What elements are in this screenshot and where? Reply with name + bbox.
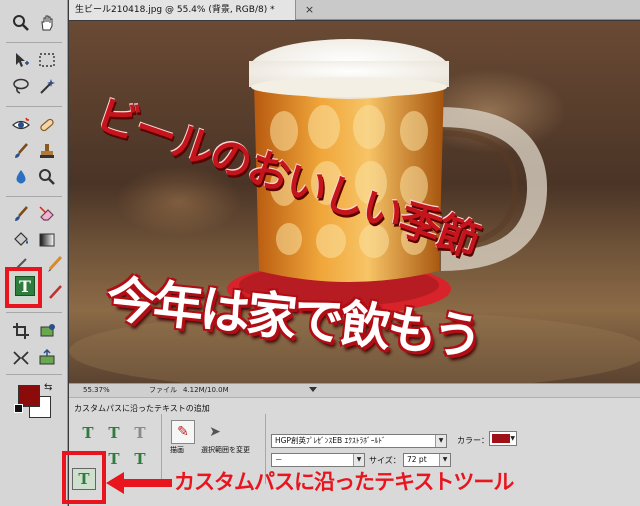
marquee-tool[interactable] [36,49,58,71]
pencil-icon: ✎ [177,424,189,440]
brush-tool[interactable] [10,203,32,225]
eye-icon [12,117,30,130]
default-colors-icon[interactable] [14,404,23,413]
toolbar-separator [6,42,62,43]
magic-wand-tool[interactable] [36,75,58,97]
cursor-arrow-icon: ➤ [209,424,221,440]
blur-tool[interactable] [10,166,32,188]
document-tab-bar: 生ビール210418.jpg @ 55.4% (背景, RGB/8) * × [69,0,640,20]
content-move-tool[interactable] [36,346,58,368]
zoom-readout[interactable]: 55.37% [83,384,110,397]
text-on-path-tool[interactable]: T [72,468,96,490]
pencil-icon [49,285,62,299]
callout-text: カスタムパスに沿ったテキストツール [174,470,514,494]
smart-brush-tool[interactable] [10,140,32,162]
bucket-icon [14,232,28,246]
text-color-picker[interactable]: ▼ [489,431,517,446]
paint-bucket-tool[interactable] [10,229,32,251]
healing-tool[interactable] [36,114,58,136]
gradient-tool[interactable] [36,229,58,251]
eraser-tool[interactable] [36,203,58,225]
pencil-icon [48,255,63,272]
chevron-down-icon: ▼ [435,435,446,447]
move-tool[interactable] [10,49,32,71]
lasso-tool[interactable] [10,75,32,97]
recompose-tool[interactable] [36,320,58,342]
chevron-down-icon: ▼ [353,454,364,466]
close-icon[interactable]: × [302,2,317,17]
eraser-icon [39,206,54,221]
pencil-tool-secondary[interactable] [44,282,66,304]
callout-arrow-icon [106,472,172,494]
image-canvas[interactable]: ビールのおいしい季節 今年は家で飲もう [69,21,640,383]
sponge-icon [39,169,55,185]
modify-selection-button[interactable]: ➤ [205,422,225,442]
red-eye-tool[interactable] [10,114,32,136]
font-family-value: HGP創英ﾌﾟﾚｾﾞﾝｽEB ｴｸｽﾄﾗﾎﾞｰﾙﾄﾞ [275,436,386,445]
text-on-shape-tool[interactable]: T [105,450,123,468]
move-icon [16,53,29,67]
lasso-icon [13,78,29,94]
brush-icon [15,143,28,158]
document-tab[interactable]: 生ビール210418.jpg @ 55.4% (背景, RGB/8) * [69,0,296,20]
stamp-icon [40,144,54,158]
file-label: ファイル [149,386,177,394]
crop-icon [13,323,29,339]
tool-options-title: カスタムパスに沿ったテキストの追加 [74,404,210,413]
brush-icon [15,206,28,221]
hand-tool[interactable] [36,12,58,34]
tools-panel: T ⇆ [0,0,68,506]
content-move-icon [39,348,55,365]
status-bar: 55.37% ファイル 4.12M/10.0M [69,383,640,397]
straighten-tool[interactable] [10,346,32,368]
draw-label: 描画 [170,446,184,454]
zoom-tool[interactable] [10,12,32,34]
sponge-tool[interactable] [36,166,58,188]
hand-icon [41,15,53,31]
horizontal-type-tool[interactable]: T [79,424,97,442]
type-tool-highlight: T [5,267,42,308]
font-family-select[interactable]: HGP創英ﾌﾟﾚｾﾞﾝｽEB ｴｸｽﾄﾗﾎﾞｰﾙﾄﾞ ▼ [271,434,447,448]
font-size-value: 72 pt [407,455,427,464]
text-on-selection-tool[interactable]: T [131,450,149,468]
chevron-down-icon: ▼ [439,454,450,466]
toolbar-separator [6,312,62,313]
toolbar-separator [6,106,62,107]
file-size-readout: 4.12M/10.0M [183,386,229,394]
status-menu-icon[interactable] [309,387,317,392]
font-size-label: サイズ： [369,456,401,465]
bandage-icon [40,118,54,132]
type-tool[interactable]: T [15,276,35,296]
swap-colors-icon[interactable]: ⇆ [44,382,52,393]
chevron-down-icon: ▼ [510,435,515,442]
magnifier-icon [13,15,29,31]
drop-icon [16,170,26,184]
draw-button[interactable]: ✎ [171,420,195,444]
crop-tool[interactable] [10,320,32,342]
font-style-value: － [275,455,283,464]
type-mask-tool[interactable]: T [131,424,149,442]
toolbar-separator [6,374,62,375]
vertical-type-tool[interactable]: T [105,424,123,442]
toolbar-separator [6,196,62,197]
font-size-select[interactable]: 72 pt ▼ [403,453,451,467]
text-color-label: カラー： [457,436,489,445]
font-style-select[interactable]: － ▼ [271,453,365,467]
straighten-icon [13,351,29,365]
pencil-tool[interactable] [44,253,66,275]
marquee-icon [39,53,55,67]
text-color-fill [492,434,510,443]
recompose-icon [40,324,55,337]
modify-selection-label: 選択範囲を変更 [201,446,250,454]
wand-icon [40,79,55,94]
clone-stamp-tool[interactable] [36,140,58,162]
gradient-icon [39,233,55,247]
